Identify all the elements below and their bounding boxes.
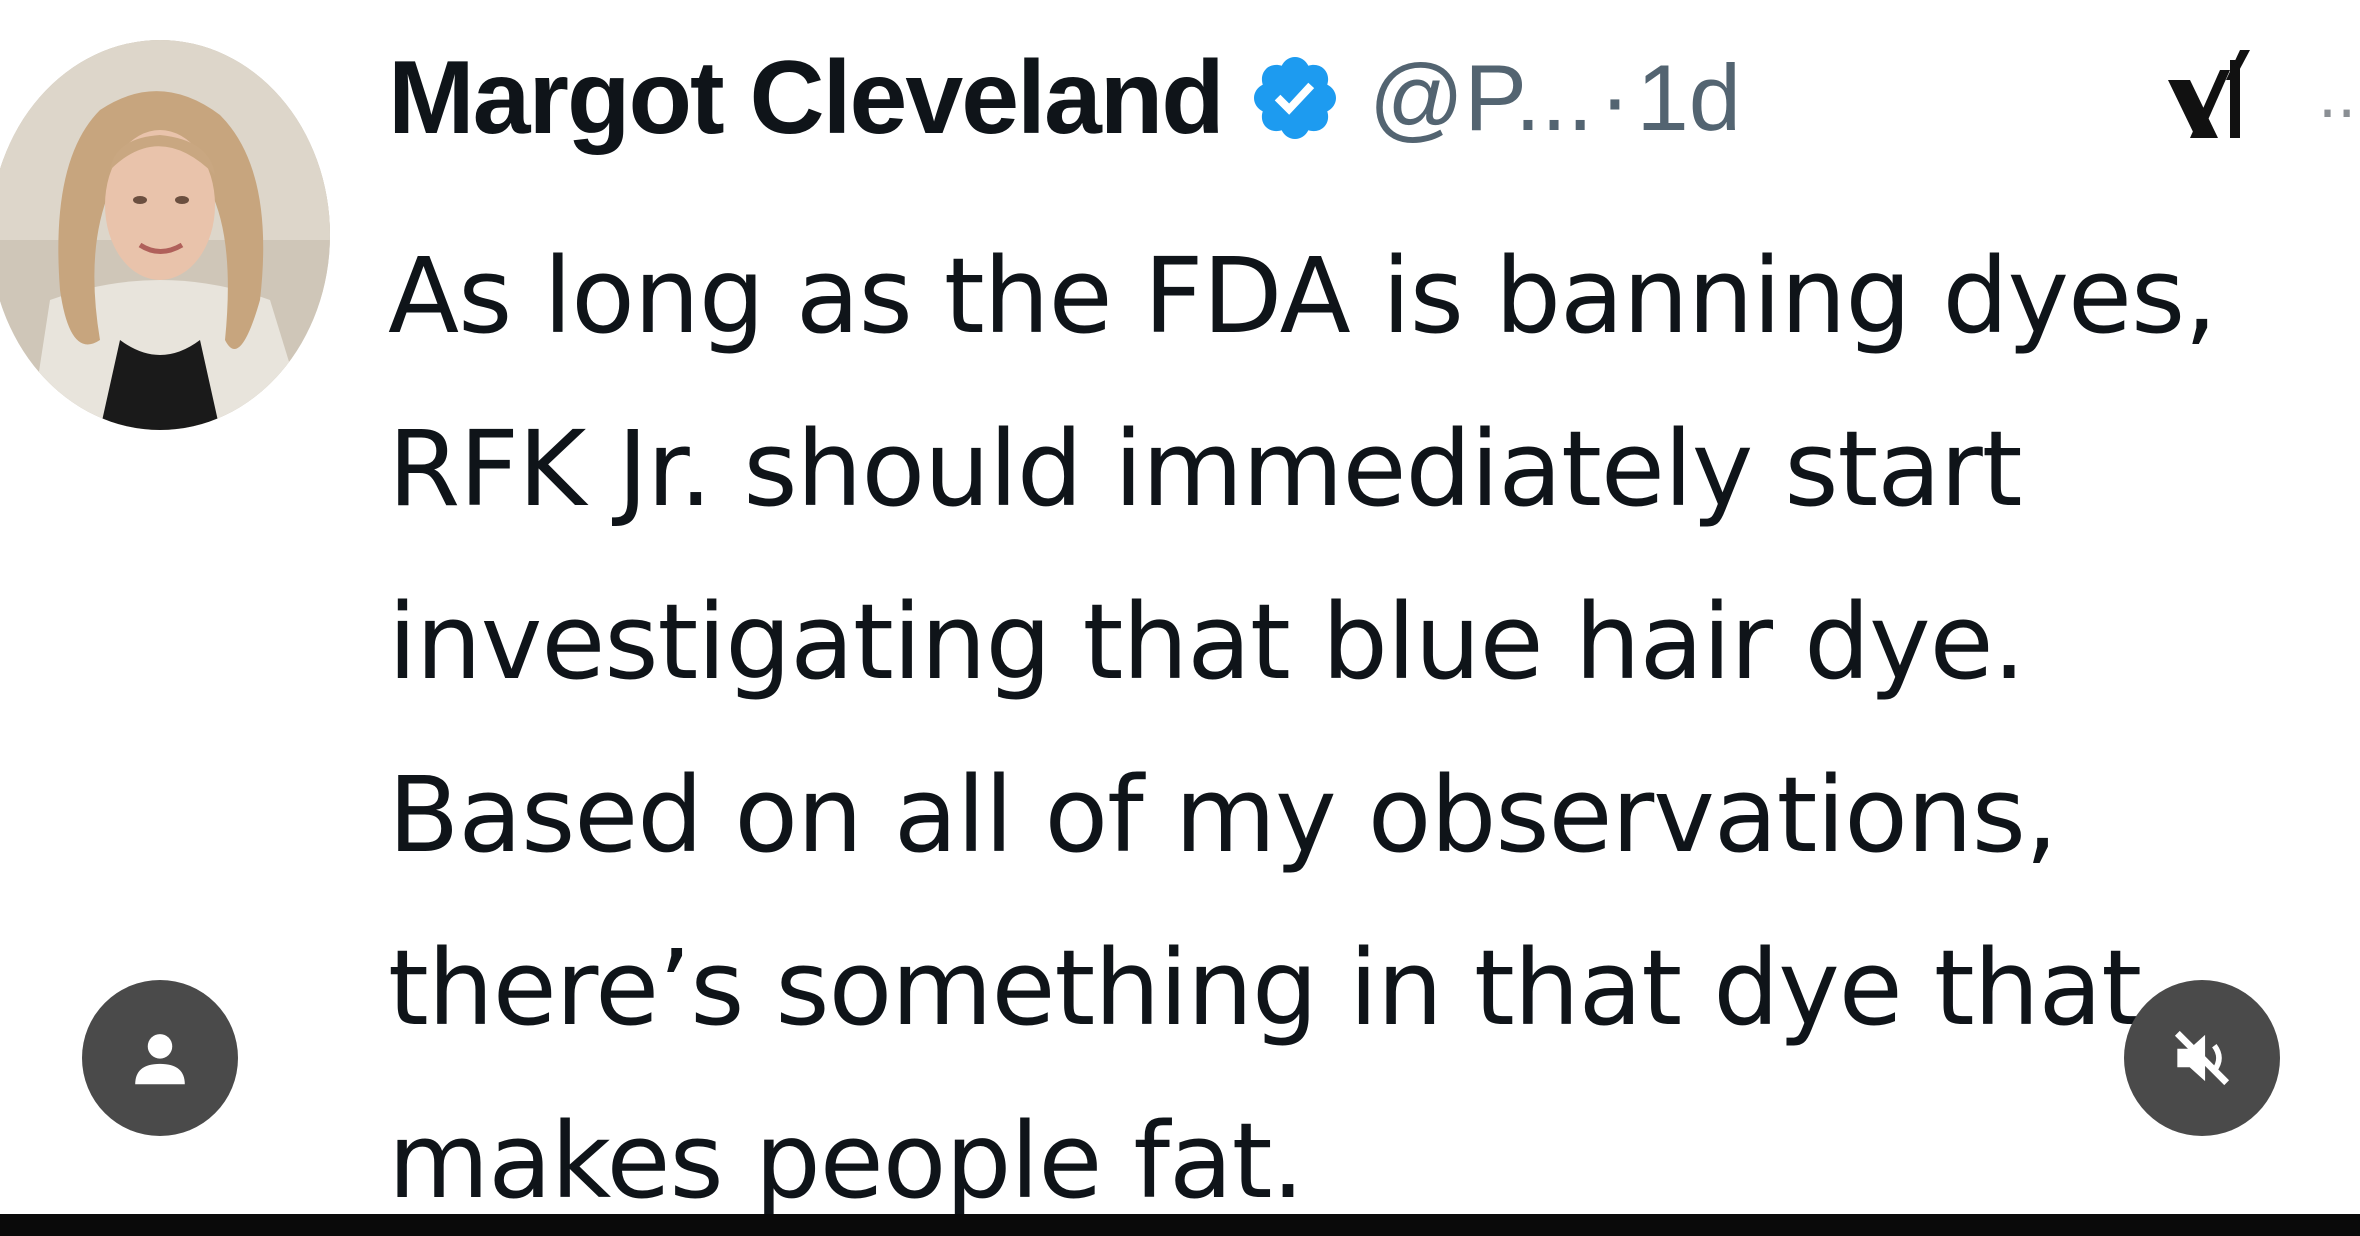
user-icon [135,1034,185,1085]
post-screenshot: Margot Cleveland @P... · 1d ·· As long a… [0,0,2360,1236]
speaker-muted-icon [2174,1030,2230,1086]
post-text-line: As long as the FDA is banning dyes, [388,235,2217,357]
x-logo-icon [2160,40,2260,150]
post-text-line: RFK Jr. should immediately start [388,408,2023,530]
post-text-line: Based on all of my observations, [388,754,2058,876]
author-display-name[interactable]: Margot Cleveland [388,39,1225,158]
post-text-line: there’s something in that dye that [388,927,2142,1049]
post-text-line: makes people fat. [388,1100,1305,1222]
user-tag-button[interactable] [82,980,238,1136]
avatar-photo [0,40,330,430]
verified-badge-icon [1247,50,1343,146]
author-handle[interactable]: @P... [1369,44,1593,152]
mute-toggle-button[interactable] [2124,980,2280,1136]
post-timestamp[interactable]: 1d [1637,44,1742,152]
author-avatar[interactable] [0,40,330,430]
bottom-edge-bar [0,1214,2360,1236]
post-text-line: investigating that blue hair dye. [388,581,2026,703]
more-dots-icon[interactable]: ·· [2318,84,2356,144]
post-text: As long as the FDA is banning dyes, RFK … [388,210,2360,1236]
post-header: Margot Cleveland @P... · 1d [388,28,1741,168]
meta-separator: · [1599,45,1631,150]
